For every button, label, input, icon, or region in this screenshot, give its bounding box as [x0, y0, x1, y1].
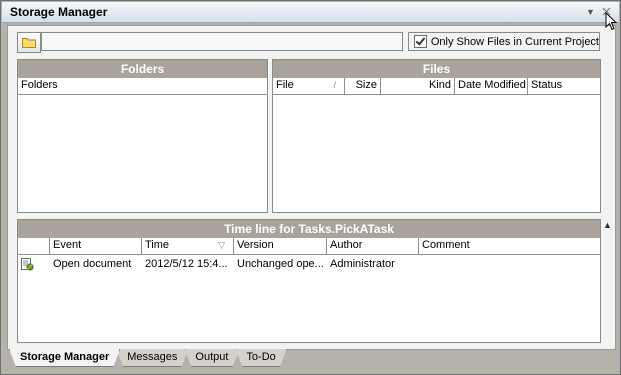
- timeline-col-icon[interactable]: [18, 238, 50, 254]
- folders-panel: Folders Folders: [17, 59, 268, 213]
- timeline-row-icon-cell: [18, 255, 50, 273]
- files-column-header-row: File / Size Kind Date Modified Status: [273, 78, 600, 95]
- folders-panel-header: Folders: [18, 60, 267, 78]
- timeline-row-event: Open document: [53, 258, 132, 270]
- timeline-row-author: Administrator: [330, 258, 395, 270]
- timeline-col-time[interactable]: Time ▽: [142, 238, 234, 254]
- current-project-checkbox[interactable]: [414, 35, 427, 48]
- timeline-row-version: Unchanged ope...: [237, 258, 324, 270]
- files-col-status[interactable]: Status: [528, 78, 600, 94]
- timeline-row-time: 2012/5/12 15:4...: [145, 258, 228, 270]
- timeline-col-event[interactable]: Event: [50, 238, 142, 254]
- timeline-row-comment: [419, 255, 600, 273]
- current-project-checkbox-label: Only Show Files in Current Project: [430, 35, 599, 48]
- browse-folder-button[interactable]: [17, 32, 41, 53]
- files-col-date-modified[interactable]: Date Modified: [455, 78, 528, 94]
- sort-indicator-icon: /: [333, 80, 336, 90]
- document-edit-icon: [21, 258, 34, 271]
- tab-to-do[interactable]: To-Do: [235, 349, 286, 367]
- files-panel: Files File / Size Kind Date Modified Sta…: [272, 59, 601, 213]
- timeline-col-comment[interactable]: Comment: [419, 238, 600, 254]
- table-row[interactable]: Open document 2012/5/12 15:4... Unchange…: [18, 255, 600, 273]
- timeline-list: Open document 2012/5/12 15:4... Unchange…: [18, 255, 600, 273]
- folder-icon: [22, 38, 36, 48]
- dropdown-icon[interactable]: ▼: [584, 5, 597, 18]
- timeline-column-header-row: Event Time ▽ Version Author Comment: [18, 238, 600, 255]
- files-panel-header: Files: [273, 60, 600, 78]
- tab-storage-manager[interactable]: Storage Manager: [9, 349, 120, 367]
- window-title: Storage Manager: [10, 5, 108, 19]
- timeline-col-author[interactable]: Author: [327, 238, 419, 254]
- tab-messages[interactable]: Messages: [116, 349, 188, 367]
- files-col-kind[interactable]: Kind: [381, 78, 455, 94]
- timeline-col-version[interactable]: Version: [234, 238, 327, 254]
- title-bar[interactable]: Storage Manager ▼: [2, 2, 619, 23]
- files-list[interactable]: [273, 95, 600, 211]
- timeline-col-time-label: Time: [145, 239, 170, 251]
- content-area: Only Show Files in Current Project Folde…: [7, 25, 616, 350]
- timeline-panel: Time line for Tasks.PickATask Event Time…: [17, 219, 601, 343]
- files-col-file[interactable]: File /: [273, 78, 345, 94]
- folders-tree[interactable]: [18, 95, 267, 211]
- files-col-size[interactable]: Size: [345, 78, 381, 94]
- timeline-panel-header: Time line for Tasks.PickATask: [18, 220, 600, 238]
- folders-column-header[interactable]: Folders: [18, 78, 267, 94]
- current-project-filter[interactable]: Only Show Files in Current Project: [408, 32, 600, 51]
- files-col-file-label: File: [276, 79, 294, 91]
- tab-output[interactable]: Output: [184, 349, 239, 367]
- path-input[interactable]: [41, 32, 403, 51]
- mouse-cursor-icon: [605, 12, 617, 31]
- collapse-timeline-icon[interactable]: ▲: [603, 220, 612, 230]
- sort-descending-icon: ▽: [218, 240, 225, 250]
- storage-manager-window: Storage Manager ▼ Only Show Files in Cur…: [0, 0, 621, 375]
- bottom-tab-strip: Storage Manager Messages Output To-Do: [9, 349, 283, 367]
- folders-column-header-row: Folders: [18, 78, 267, 95]
